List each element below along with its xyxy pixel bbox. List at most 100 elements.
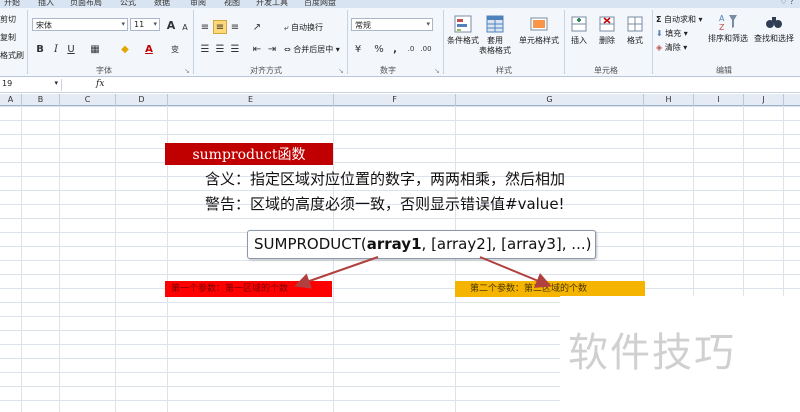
grid-line (59, 106, 60, 412)
tab-data[interactable]: 数据 (154, 0, 170, 8)
group-label-alignment: 对齐方式 (250, 66, 282, 75)
cut-button[interactable]: 剪切 (0, 14, 16, 25)
cell-styles-label: 单元格样式 (519, 36, 559, 45)
format-as-table-label: 套用 表格格式 (479, 36, 511, 55)
fill-label: 填充 (665, 29, 682, 38)
eraser-icon: ◈ (656, 43, 663, 52)
currency-icon[interactable]: ¥ (351, 42, 365, 56)
fill-color-icon[interactable]: ◆ (118, 42, 132, 56)
column-header-e[interactable]: E (168, 94, 334, 106)
number-format-combo[interactable]: 常规 ▾ (351, 18, 433, 31)
insert-cells-label: 插入 (571, 36, 587, 45)
column-header-j[interactable]: J (744, 94, 784, 106)
tab-baidu-netdisk[interactable]: 百度网盘 (304, 0, 336, 8)
conditional-formatting-label: 条件格式 (447, 36, 479, 45)
chevron-down-icon: ▾ (426, 20, 430, 28)
align-left-icon[interactable]: ☰ (198, 42, 212, 56)
phonetic-button[interactable]: 变 (168, 42, 182, 56)
italic-button[interactable]: I (49, 42, 63, 56)
dialog-launcher-icon[interactable]: ↘ (338, 67, 344, 75)
shrink-font-button[interactable]: A (178, 20, 192, 34)
sort-filter-label: 排序和筛选 (708, 34, 748, 43)
tab-formulas[interactable]: 公式 (120, 0, 136, 8)
format-as-table-icon (486, 15, 504, 33)
sort-filter-icon: AZ (719, 14, 737, 32)
borders-icon[interactable]: ▦ (88, 42, 102, 56)
help-icon[interactable]: ♢ ? (780, 0, 794, 6)
format-cells-icon (627, 16, 643, 32)
font-size-combo[interactable]: 11 ▾ (130, 18, 160, 31)
column-header-f[interactable]: F (334, 94, 456, 106)
group-separator (347, 10, 348, 74)
format-painter-button[interactable]: 格式刷 (0, 50, 24, 61)
align-middle-icon[interactable]: ≡ (213, 20, 227, 34)
name-box[interactable]: 19 ▾ (0, 79, 62, 91)
increase-indent-icon[interactable]: ⇥ (265, 42, 279, 56)
group-separator (564, 10, 565, 74)
column-header-h[interactable]: H (644, 94, 694, 106)
column-header-b[interactable]: B (22, 94, 60, 106)
underline-button[interactable]: U (64, 42, 78, 56)
tab-view[interactable]: 视图 (224, 0, 240, 8)
binoculars-icon (766, 17, 782, 28)
column-header-c[interactable]: C (60, 94, 116, 106)
ribbon: 剪切 复制 格式刷 宋体 ▾ 11 ▾ A A B I U ▦ ◆ A 变 字体 ↘… (0, 8, 800, 77)
font-name-combo[interactable]: 宋体 ▾ (32, 18, 128, 31)
autosum-button[interactable]: Σ 自动求和 ▾ (656, 14, 703, 25)
sort-filter-button[interactable]: AZ 排序和筛选 (706, 12, 750, 44)
insert-function-button[interactable]: fx (96, 79, 104, 89)
align-center-icon[interactable]: ☰ (213, 42, 227, 56)
grow-font-button[interactable]: A (164, 18, 178, 32)
format-as-table-button[interactable]: 套用 表格格式 (476, 14, 514, 56)
format-cells-label: 格式 (627, 36, 643, 45)
tooltip-arg-array1: array1 (366, 235, 422, 253)
fill-button[interactable]: ⬇ 填充 ▾ (656, 28, 688, 39)
insert-cells-button[interactable]: 插入 (566, 14, 592, 46)
comma-button[interactable]: , (388, 42, 402, 56)
decrease-decimal-icon[interactable]: .00 (419, 42, 433, 56)
find-select-button[interactable]: 查找和选择 (752, 12, 796, 44)
increase-decimal-icon[interactable]: .0 (404, 42, 418, 56)
group-separator (27, 10, 28, 74)
tab-developer[interactable]: 开发工具 (256, 0, 288, 8)
wrap-text-icon: ⤶ (284, 23, 289, 32)
merge-center-button[interactable]: ⇔ 合并后居中 ▾ (284, 44, 340, 55)
svg-text:A: A (719, 14, 725, 23)
align-top-icon[interactable]: ≡ (198, 20, 212, 34)
dialog-launcher-icon[interactable]: ↘ (434, 67, 440, 75)
column-header-i[interactable]: I (694, 94, 744, 106)
align-bottom-icon[interactable]: ≡ (228, 20, 242, 34)
find-select-label: 查找和选择 (754, 34, 794, 43)
name-box-value: 19 (2, 79, 13, 88)
font-color-icon[interactable]: A (142, 42, 156, 56)
delete-cells-icon (599, 16, 615, 32)
cell-styles-button[interactable]: 单元格样式 (516, 14, 562, 46)
tab-page-layout[interactable]: 页面布局 (70, 0, 102, 8)
dialog-launcher-icon[interactable]: ↘ (184, 67, 190, 75)
insert-cells-icon (571, 16, 587, 32)
grid-line (333, 106, 334, 412)
function-title: sumproduct函数 (165, 143, 333, 165)
group-label-styles: 样式 (496, 66, 512, 75)
second-parameter-label: 第二个参数：第二区域的个数 (455, 281, 645, 297)
tab-review[interactable]: 审阅 (190, 0, 206, 8)
copy-button[interactable]: 复制 (0, 32, 16, 43)
bold-button[interactable]: B (33, 42, 47, 56)
align-right-icon[interactable]: ☰ (228, 42, 242, 56)
column-header-a[interactable]: A (0, 94, 22, 106)
wrap-text-button[interactable]: ⤶ 自动换行 (284, 22, 323, 33)
format-cells-button[interactable]: 格式 (622, 14, 648, 46)
orientation-icon[interactable]: ↗ (250, 20, 264, 34)
clear-button[interactable]: ◈ 清除 ▾ (656, 42, 687, 53)
tooltip-function-name: SUMPRODUCT( (254, 235, 367, 253)
ribbon-tab-strip: 开始 插入 页面布局 公式 数据 审阅 视图 开发工具 百度网盘 ♢ ? (0, 0, 800, 8)
tab-insert[interactable]: 插入 (38, 0, 54, 8)
column-header-d[interactable]: D (116, 94, 168, 106)
grid-line (21, 106, 22, 412)
percent-button[interactable]: % (372, 42, 386, 56)
tab-home[interactable]: 开始 (4, 0, 20, 8)
decrease-indent-icon[interactable]: ⇤ (250, 42, 264, 56)
column-header-g[interactable]: G (456, 94, 644, 106)
column-headers: A B C D E F G H I J (0, 94, 800, 106)
delete-cells-button[interactable]: 删除 (594, 14, 620, 46)
